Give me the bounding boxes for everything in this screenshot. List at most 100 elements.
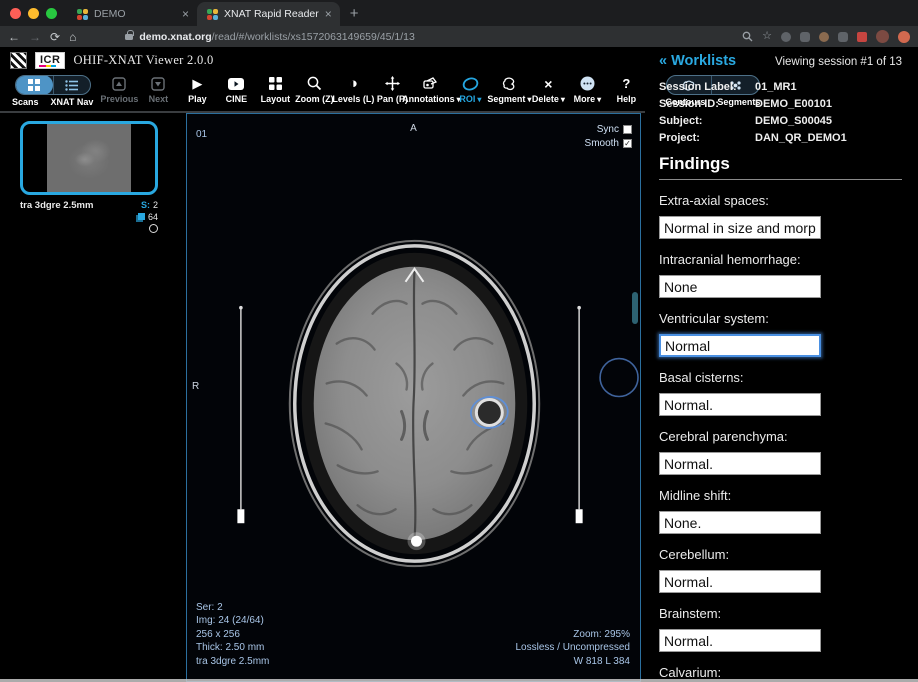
sync-checkbox[interactable] — [623, 125, 632, 134]
search-icon[interactable] — [742, 31, 753, 42]
sync-label: Sync — [597, 124, 619, 135]
cerebral-parenchyma-input[interactable] — [659, 452, 821, 475]
browser-chrome: DEMO × XNAT Rapid Reader × + ← → ⟳ ⌂ dem… — [0, 0, 918, 47]
smooth-toggle[interactable]: Smooth ✓ — [585, 138, 632, 149]
reload-button[interactable]: ⟳ — [50, 31, 60, 43]
back-button[interactable]: ← — [8, 31, 20, 43]
next-button[interactable]: Next — [145, 75, 171, 104]
mri-axial-brain-image — [187, 114, 640, 681]
close-tab-icon[interactable]: × — [325, 8, 332, 20]
xnat-nav-toggle-button[interactable] — [53, 75, 90, 95]
stack-scrollbar-thumb[interactable] — [632, 292, 638, 324]
session-info-value: DAN_QR_DEMO1 — [755, 132, 902, 144]
session-info-label: Session Label: — [659, 81, 755, 93]
tab-xnat-rapid-reader[interactable]: XNAT Rapid Reader × — [197, 2, 340, 26]
xnat-nav-label: XNAT Nav — [51, 97, 94, 107]
segment-dropdown-button[interactable]: Segment▾ — [496, 75, 522, 104]
tab-demo[interactable]: DEMO × — [67, 2, 197, 26]
ventricular-system-input[interactable] — [659, 334, 821, 357]
forward-button[interactable]: → — [29, 31, 41, 43]
close-tab-icon[interactable]: × — [182, 8, 189, 20]
levels-icon: ◑ — [349, 76, 358, 91]
cine-icon — [228, 78, 244, 90]
field-label: Brainstem: — [659, 606, 902, 621]
delete-x-icon: × — [544, 77, 552, 91]
home-button[interactable]: ⌂ — [69, 31, 76, 43]
roi-dropdown-button[interactable]: ROI▾ — [457, 75, 483, 104]
chevron-down-icon: ▾ — [597, 95, 601, 104]
cerebellum-input[interactable] — [659, 570, 821, 593]
series-number: 2 — [153, 200, 158, 210]
bookmark-star-icon[interactable]: ☆ — [762, 31, 772, 42]
annotations-icon — [423, 77, 439, 90]
cine-button[interactable]: CINE — [223, 75, 249, 104]
viewport-toggles: Sync Smooth ✓ — [585, 124, 632, 149]
extension-icon[interactable] — [857, 32, 867, 42]
next-icon — [151, 77, 165, 91]
basal-cisterns-input[interactable] — [659, 393, 821, 416]
play-button[interactable]: ▶ Play — [184, 75, 210, 104]
profile-icon[interactable] — [898, 31, 910, 43]
more-ellipsis-icon — [580, 76, 595, 91]
session-info-value: DEMO_E00101 — [755, 98, 902, 110]
finding-field-extra-axial-spaces: Extra-axial spaces: — [659, 193, 902, 239]
roi-ellipse-icon — [462, 77, 479, 91]
avatar[interactable] — [876, 30, 889, 43]
session-info-label: Subject: — [659, 115, 755, 127]
thumbnail-image — [47, 124, 131, 192]
session-info: Session Label: 01_MR1 Session ID: DEMO_E… — [659, 81, 902, 144]
session-info-value: 01_MR1 — [755, 81, 902, 93]
toolbar: Scans XNAT Nav Previous Next ▶ Play — [0, 71, 645, 111]
screen: DEMO × XNAT Rapid Reader × + ← → ⟳ ⌂ dem… — [0, 0, 918, 682]
xnat-favicon-icon — [77, 9, 88, 20]
smooth-checkbox-checked[interactable]: ✓ — [623, 139, 632, 148]
brainstem-input[interactable] — [659, 629, 821, 652]
previous-button[interactable]: Previous — [106, 75, 132, 104]
series-line: Ser: 2 — [196, 601, 269, 615]
window-level-line: W 818 L 384 — [516, 655, 631, 669]
findings-section: Findings Extra-axial spaces: Intracrania… — [659, 154, 902, 682]
address-field[interactable]: demo.xnat.org/read/#/worklists/xs1572063… — [85, 31, 733, 43]
tab-title: XNAT Rapid Reader — [224, 8, 319, 20]
session-info-value: DEMO_S00045 — [755, 115, 902, 127]
image-line: Img: 24 (24/64) — [196, 614, 269, 628]
minimize-window-button[interactable] — [28, 8, 39, 19]
zoom-tool-button[interactable]: Zoom (Z) — [301, 75, 327, 104]
intracranial-hemorrhage-input[interactable] — [659, 275, 821, 298]
finding-field-cerebral-parenchyma: Cerebral parenchyma: — [659, 429, 902, 475]
more-dropdown-button[interactable]: More▾ — [574, 75, 600, 104]
midline-shift-input[interactable] — [659, 511, 821, 534]
compression-line: Lossless / Uncompressed — [516, 641, 631, 655]
url-bar: ← → ⟳ ⌂ demo.xnat.org/read/#/worklists/x… — [0, 26, 918, 47]
delete-dropdown-button[interactable]: × Delete▾ — [535, 75, 561, 104]
lock-icon — [125, 34, 133, 40]
extension-icon[interactable] — [819, 32, 829, 42]
sync-toggle[interactable]: Sync — [597, 124, 632, 135]
worklists-back-link[interactable]: « Worklists — [659, 53, 736, 69]
close-window-button[interactable] — [10, 8, 21, 19]
findings-title: Findings — [659, 154, 902, 180]
extension-icon[interactable] — [781, 32, 791, 42]
image-viewport[interactable]: 01 A R Sync Smooth ✓ Ser — [186, 113, 641, 682]
help-icon: ? — [622, 77, 630, 90]
frames-stack-icon — [136, 213, 145, 222]
help-button[interactable]: ? Help — [613, 75, 639, 104]
field-label: Midline shift: — [659, 488, 902, 503]
zoom-window-button[interactable] — [46, 8, 57, 19]
viewport-number: 01 — [196, 128, 207, 139]
extension-icon[interactable] — [838, 32, 848, 42]
finding-field-midline-shift: Midline shift: — [659, 488, 902, 534]
extension-icon[interactable] — [800, 32, 810, 42]
finding-field-brainstem: Brainstem: — [659, 606, 902, 652]
extra-axial-spaces-input[interactable] — [659, 216, 821, 239]
levels-tool-button[interactable]: ◑ Levels (L) — [340, 75, 366, 104]
app-title: OHIF-XNAT Viewer 2.0.0 — [73, 53, 213, 68]
field-label: Cerebellum: — [659, 547, 902, 562]
scans-toggle-button[interactable] — [16, 75, 53, 95]
annotations-dropdown-button[interactable]: Annotations▾ — [418, 75, 444, 104]
window-controls[interactable] — [0, 8, 67, 26]
finding-field-intracranial-hemorrhage: Intracranial hemorrhage: — [659, 252, 902, 298]
layout-button[interactable]: Layout — [262, 75, 288, 104]
new-tab-button[interactable]: + — [340, 5, 369, 26]
series-thumbnail[interactable] — [20, 121, 158, 195]
